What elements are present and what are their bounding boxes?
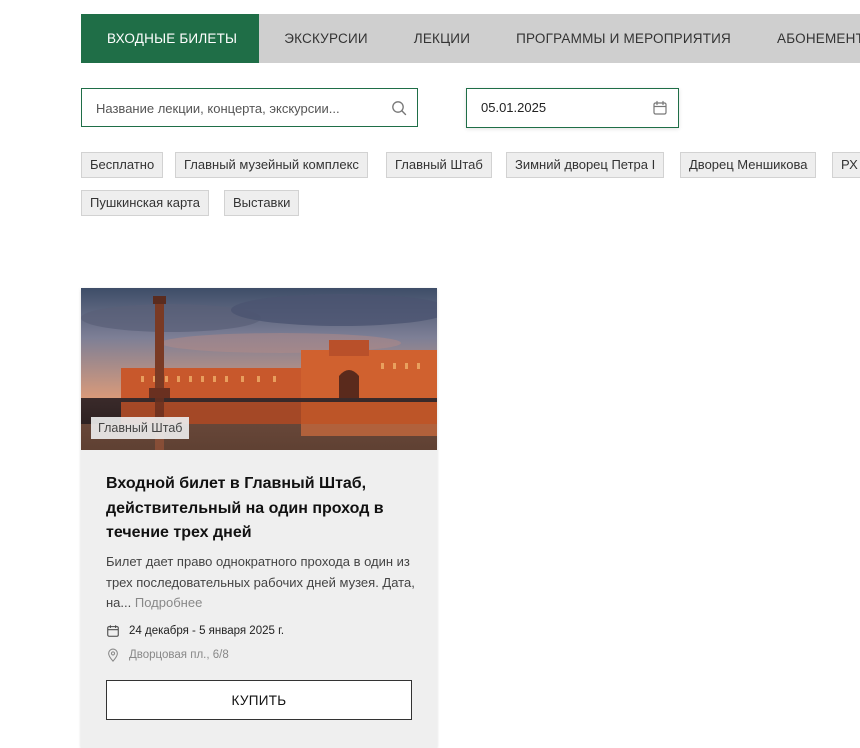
event-title[interactable]: Входной билет в Главный Штаб, действител…	[106, 472, 406, 546]
search-box	[81, 88, 418, 127]
venue-tag: Главный Штаб	[91, 417, 190, 439]
buy-button[interactable]: КУПИТЬ	[106, 680, 412, 720]
calendar-icon[interactable]	[652, 100, 668, 116]
filter-chip-winter-palace-peter[interactable]: Зимний дворец Петра I	[506, 152, 665, 178]
dates-text: 24 декабря - 5 января 2025 г.	[129, 625, 285, 637]
search-input[interactable]	[96, 97, 386, 119]
event-card: Главный Штаб Входной билет в Главный Шта…	[81, 288, 437, 748]
filter-chip-pushkin-card[interactable]: Пушкинская карта	[81, 190, 209, 216]
more-link[interactable]: Подробнее	[135, 595, 202, 610]
address-text: Дворцовая пл., 6/8	[129, 649, 229, 661]
tab-excursions[interactable]: ЭКСКУРСИИ	[284, 14, 368, 63]
date-picker[interactable]: 05.01.2025	[466, 88, 679, 128]
filter-chip-exhibitions[interactable]: Выставки	[224, 190, 300, 216]
date-value: 05.01.2025	[481, 100, 547, 115]
filter-chip-free[interactable]: Бесплатно	[81, 152, 164, 178]
search-icon[interactable]	[391, 100, 407, 116]
tab-lectures[interactable]: ЛЕКЦИИ	[414, 14, 470, 63]
filter-chip-rkh[interactable]: РХ	[832, 152, 860, 178]
filter-chip-main-complex[interactable]: Главный музейный комплекс	[175, 152, 368, 178]
event-image[interactable]: Главный Штаб	[81, 288, 437, 450]
location-pin-icon	[108, 648, 118, 662]
tab-programs-events[interactable]: ПРОГРАММЫ И МЕРОПРИЯТИЯ	[516, 14, 731, 63]
event-dates: 24 декабря - 5 января 2025 г.	[106, 622, 284, 640]
event-description: Билет дает право однократного прохода в …	[106, 552, 416, 614]
category-tabs: ВХОДНЫЕ БИЛЕТЫ ЭКСКУРСИИ ЛЕКЦИИ ПРОГРАММ…	[81, 14, 860, 63]
tab-subscriptions[interactable]: АБОНЕМЕНТЫ	[777, 14, 860, 63]
tab-entry-tickets[interactable]: ВХОДНЫЕ БИЛЕТЫ	[81, 14, 260, 63]
filter-chip-menshikov-palace[interactable]: Дворец Меншикова	[680, 152, 817, 178]
filter-chip-general-staff[interactable]: Главный Штаб	[386, 152, 492, 178]
event-address: Дворцовая пл., 6/8	[106, 646, 229, 664]
calendar-icon	[107, 625, 119, 637]
